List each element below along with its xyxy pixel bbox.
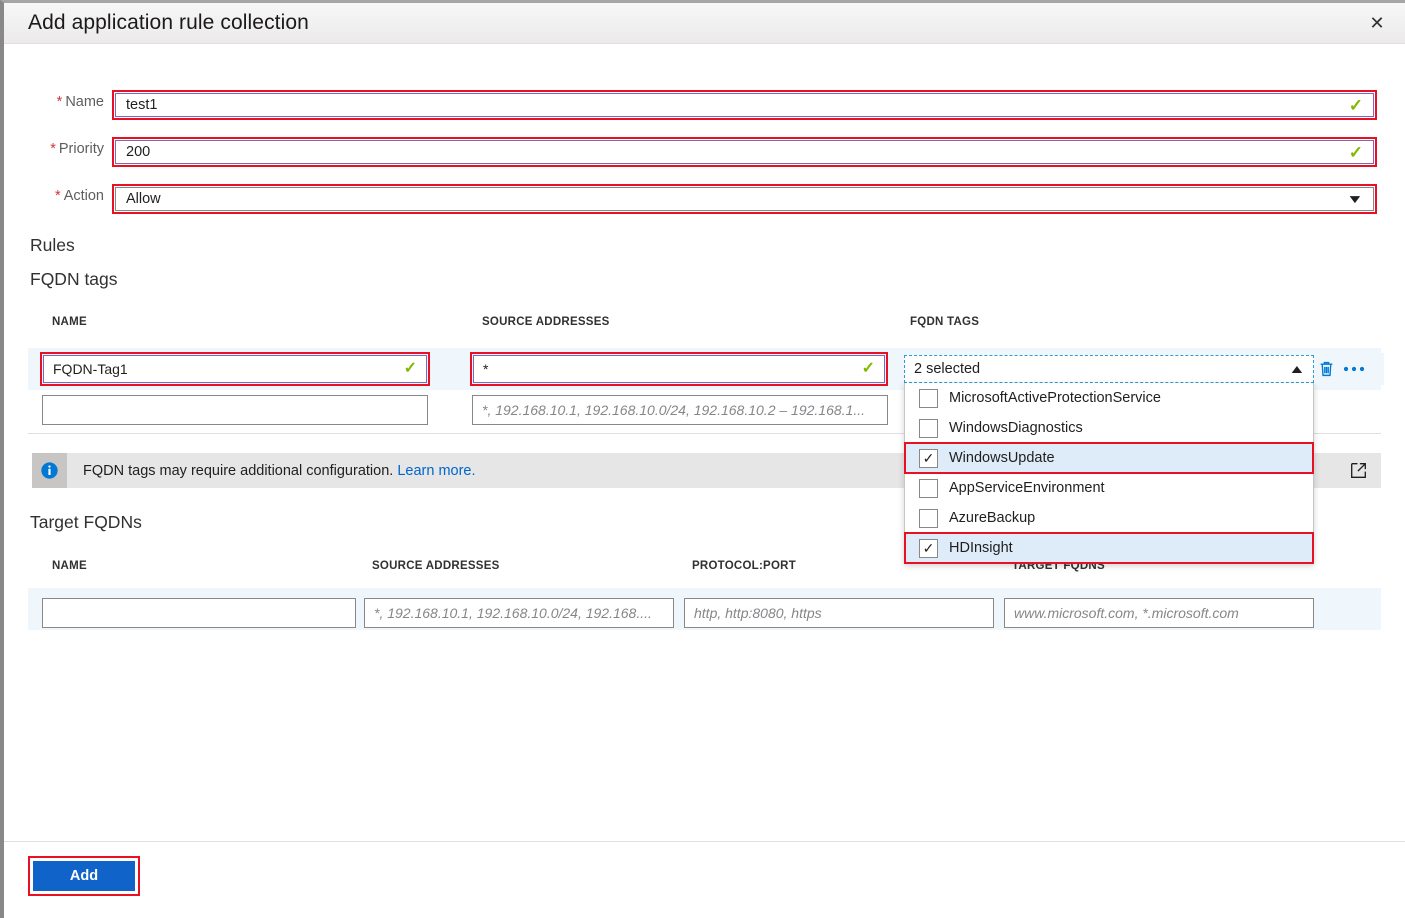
name-form-row: *Name ✓ [4,90,1405,120]
target-col-header-protocol: PROTOCOL:PORT [692,560,796,572]
check-icon: ✓ [862,361,875,377]
target-col-header-name: NAME [52,560,87,572]
name-label: *Name [28,94,104,110]
dropdown-option-azurebackup[interactable]: AzureBackup [905,503,1313,533]
fqdn-tags-heading: FQDN tags [30,269,118,290]
action-select[interactable]: Allow ▼ [115,187,1374,211]
fqdn-row-actions [1318,353,1384,385]
required-asterisk: * [50,141,56,157]
open-in-new-icon[interactable] [1335,453,1381,488]
priority-form-row: *Priority ✓ [4,137,1405,167]
col-header-source: SOURCE ADDRESSES [482,316,610,328]
dropdown-option-microsoftactiveprotectionservice[interactable]: MicrosoftActiveProtectionService [905,383,1313,413]
fqdn-tags-selected-summary: 2 selected [905,361,1291,377]
chevron-down-icon: ▼ [1346,192,1364,206]
target-protocol-input[interactable] [685,604,993,622]
panel-titlebar: Add application rule collection ✕ [4,3,1405,44]
priority-input[interactable] [116,143,1349,161]
fqdn-tag-source-input[interactable] [474,360,862,378]
fqdn-name-cell-outline: ✓ [40,352,430,386]
learn-more-link[interactable]: Learn more. [397,463,475,479]
trash-icon[interactable] [1318,360,1335,378]
check-icon: ✓ [404,361,417,377]
target-protocol-wrap [684,598,994,628]
target-fqdns-heading: Target FQDNs [30,512,142,533]
ellipsis-icon[interactable] [1343,365,1365,373]
fqdn-tag-name-input-new-wrap [42,395,428,425]
target-fqdns-wrap [1004,598,1314,628]
info-bar-message: FQDN tags may require additional configu… [83,463,393,479]
action-selected-value: Allow [116,191,1349,207]
fqdn-tags-dropdown-header: 2 selected ▲ [900,353,1318,385]
dropdown-option-windowsupdate[interactable]: ✓ WindowsUpdate [905,443,1313,473]
fqdn-tags-dropdown-toggle[interactable]: 2 selected ▲ [904,355,1314,383]
priority-field-outline: ✓ [112,137,1377,167]
rules-heading: Rules [30,235,75,256]
name-input[interactable] [116,96,1349,114]
target-source-wrap [364,598,674,628]
action-label: *Action [28,188,104,204]
checkbox-checked-icon[interactable]: ✓ [919,449,938,468]
info-icon [32,453,67,488]
dropdown-option-windowsdiagnostics[interactable]: WindowsDiagnostics [905,413,1313,443]
checkbox-unchecked-icon[interactable] [919,389,938,408]
fqdn-source-cell-outline: ✓ [470,352,888,386]
check-icon: ✓ [1349,97,1363,114]
target-fqdns-input[interactable] [1005,604,1313,622]
col-header-fqdn-tags: FQDN TAGS [910,316,979,328]
chevron-up-icon: ▲ [1288,362,1306,376]
priority-label: *Priority [28,141,104,157]
close-icon[interactable]: ✕ [1355,3,1399,43]
page-title: Add application rule collection [28,11,309,35]
target-name-wrap [42,598,356,628]
checkbox-checked-icon[interactable]: ✓ [919,539,938,558]
target-source-input[interactable] [365,604,673,622]
action-form-row: *Action Allow ▼ [4,184,1405,214]
fqdn-tag-source-input-new-wrap [472,395,888,425]
target-name-input[interactable] [43,604,355,622]
fqdn-tag-source-input-new[interactable] [473,401,887,419]
dropdown-option-hdinsight[interactable]: ✓ HDInsight [905,533,1313,563]
name-field-outline: ✓ [112,90,1377,120]
checkbox-unchecked-icon[interactable] [919,419,938,438]
add-button-outline: Add [28,856,140,896]
action-field-outline: Allow ▼ [112,184,1377,214]
info-bar-text: FQDN tags may require additional configu… [83,463,476,479]
checkbox-unchecked-icon[interactable] [919,479,938,498]
target-col-header-source: SOURCE ADDRESSES [372,560,500,572]
footer-divider [4,841,1405,842]
required-asterisk: * [55,188,61,204]
check-icon: ✓ [1349,144,1363,161]
fqdn-tags-multiselect: 2 selected ▲ MicrosoftActiveProtectionSe… [900,353,1318,385]
add-application-rule-collection-panel: Add application rule collection ✕ *Name … [0,0,1405,918]
required-asterisk: * [57,94,63,110]
add-button[interactable]: Add [33,861,135,891]
checkbox-unchecked-icon[interactable] [919,509,938,528]
col-header-name: NAME [52,316,87,328]
fqdn-tag-name-input-new[interactable] [43,401,427,419]
fqdn-tag-name-input[interactable] [44,360,404,378]
dropdown-option-appserviceenvironment[interactable]: AppServiceEnvironment [905,473,1313,503]
fqdn-tags-dropdown-list: MicrosoftActiveProtectionService Windows… [904,383,1314,564]
